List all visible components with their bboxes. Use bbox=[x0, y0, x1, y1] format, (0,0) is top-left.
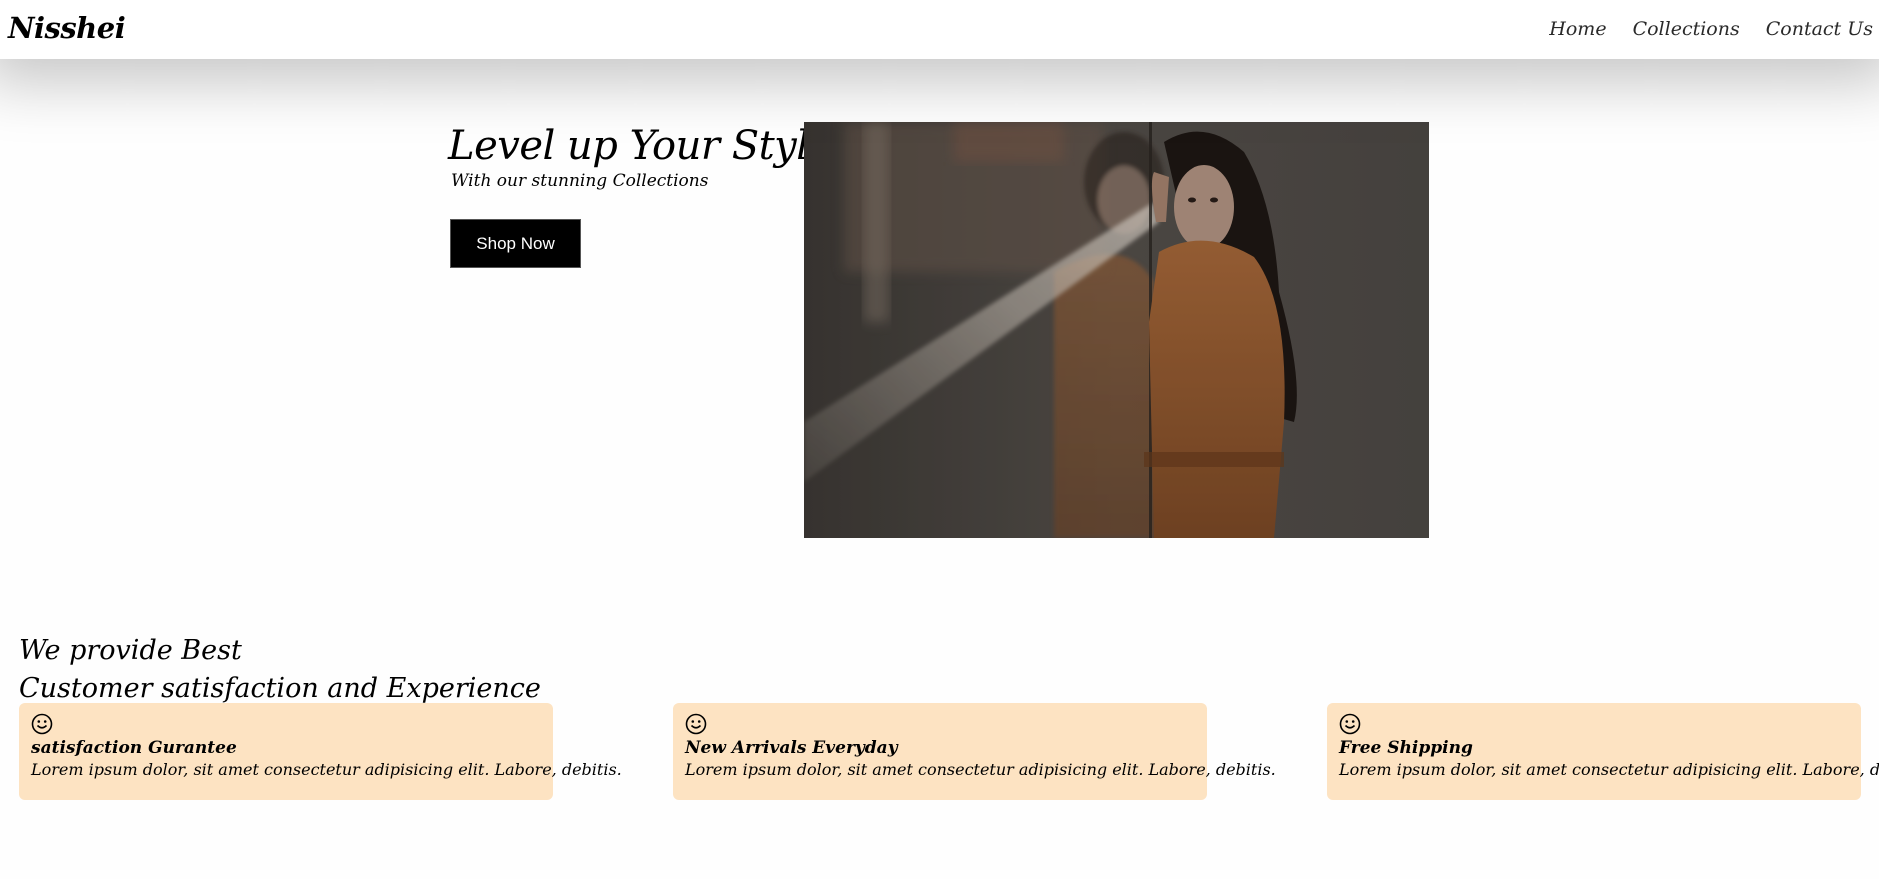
shop-now-button[interactable]: Shop Now bbox=[450, 219, 581, 268]
card-title: New Arrivals Everyday bbox=[685, 738, 898, 758]
smiley-icon bbox=[1339, 713, 1361, 735]
hero-image bbox=[804, 122, 1429, 538]
hero-subtitle: With our stunning Collections bbox=[451, 171, 709, 191]
card-title: satisfaction Gurantee bbox=[31, 738, 237, 758]
nav-contact-link[interactable]: Contact Us bbox=[1766, 17, 1873, 41]
card-text: Lorem ipsum dolor, sit amet consectetur … bbox=[1339, 760, 1879, 779]
feature-card-free-shipping: Free Shipping Lorem ipsum dolor, sit ame… bbox=[1327, 703, 1879, 800]
feature-card-new-arrivals: New Arrivals Everyday Lorem ipsum dolor,… bbox=[673, 703, 1276, 800]
brand-logo[interactable]: Nisshei bbox=[8, 10, 126, 46]
features-heading-line1: We provide Best bbox=[19, 635, 242, 666]
smiley-icon bbox=[31, 713, 53, 735]
nav-links: Home Collections Contact Us bbox=[1549, 17, 1873, 41]
card-text: Lorem ipsum dolor, sit amet consectetur … bbox=[685, 760, 1276, 779]
card-text: Lorem ipsum dolor, sit amet consectetur … bbox=[31, 760, 622, 779]
features-heading: We provide Best Customer satisfaction an… bbox=[19, 632, 541, 708]
nav-home-link[interactable]: Home bbox=[1549, 17, 1606, 41]
card-title: Free Shipping bbox=[1339, 738, 1473, 758]
navbar: Nisshei Home Collections Contact Us bbox=[0, 0, 1879, 59]
nav-collections-link[interactable]: Collections bbox=[1633, 17, 1740, 41]
hero-photo-illustration bbox=[804, 122, 1429, 538]
smiley-icon bbox=[685, 713, 707, 735]
hero-title: Level up Your Style bbox=[448, 123, 832, 169]
feature-card-satisfaction: satisfaction Gurantee Lorem ipsum dolor,… bbox=[19, 703, 622, 800]
